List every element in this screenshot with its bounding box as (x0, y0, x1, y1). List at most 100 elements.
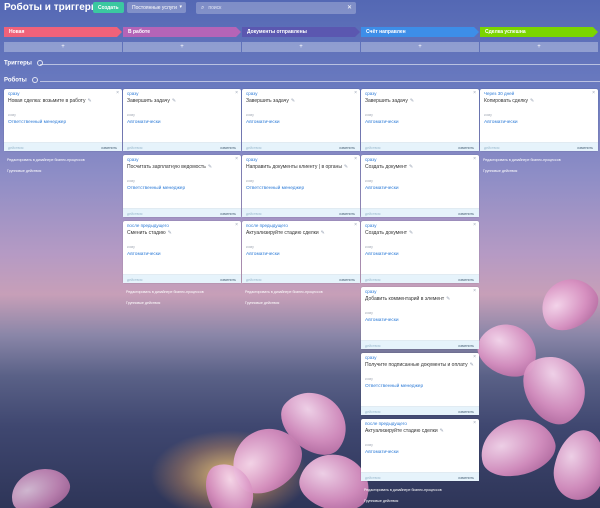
card-actions-link[interactable]: действия (246, 278, 261, 282)
robot-card[interactable]: после предыдущего × Актуализируйте стадию … (361, 419, 479, 481)
close-icon[interactable]: × (354, 90, 357, 96)
card-actions-link[interactable]: действия (127, 212, 142, 216)
assignee-value[interactable]: Автоматически (365, 252, 399, 257)
robot-condition[interactable]: сразу (127, 91, 138, 96)
close-icon[interactable]: × (235, 90, 238, 96)
robot-condition[interactable]: сразу (246, 157, 257, 162)
card-actions-link[interactable]: действия (246, 146, 261, 150)
section-title-robots[interactable]: Роботы (4, 77, 38, 84)
card-edit-link[interactable]: изменить (339, 278, 355, 282)
pencil-icon[interactable]: ✎ (440, 428, 444, 434)
pencil-icon[interactable]: ✎ (321, 230, 325, 236)
create-button[interactable]: Создать (93, 2, 124, 13)
card-edit-link[interactable]: изменить (339, 146, 355, 150)
robot-card[interactable]: Через 30 дней × Копировать сделку ✎ кому Авто… (480, 89, 598, 151)
robot-card[interactable]: сразу × Добавить комментарий в элемент ✎ ком… (361, 287, 479, 349)
card-edit-link[interactable]: изменить (458, 146, 474, 150)
assignee-value[interactable]: Ответственный менеджер (127, 186, 185, 191)
robot-condition[interactable]: сразу (365, 157, 376, 162)
pencil-icon[interactable]: ✎ (344, 164, 348, 170)
robot-condition[interactable]: сразу (365, 289, 376, 294)
add-robot-button[interactable]: + (4, 42, 122, 52)
group-actions-link[interactable]: Групповые действия (7, 169, 41, 173)
card-actions-link[interactable]: действия (127, 278, 142, 282)
group-actions-link[interactable]: Групповые действия (245, 301, 279, 305)
card-actions-link[interactable]: действия (365, 344, 380, 348)
assignee-value[interactable]: Автоматически (127, 120, 161, 125)
pencil-icon[interactable]: ✎ (172, 98, 176, 104)
stage-header[interactable]: Документы отправлены (242, 27, 360, 37)
robot-condition[interactable]: сразу (365, 91, 376, 96)
close-icon[interactable]: × (354, 222, 357, 228)
stage-header[interactable]: Сделка успешна (480, 27, 598, 37)
close-icon[interactable]: × (473, 90, 476, 96)
close-icon[interactable]: × (354, 156, 357, 162)
edit-in-designer-link[interactable]: Редактировать в дизайнере бизнес-процесс… (483, 158, 561, 162)
assignee-value[interactable]: Автоматически (127, 252, 161, 257)
robot-condition[interactable]: сразу (127, 157, 138, 162)
assignee-value[interactable]: Автоматически (246, 120, 280, 125)
assignee-value[interactable]: Ответственный менеджер (8, 120, 66, 125)
robot-card[interactable]: сразу × Новая сделка: возьмите в работу ✎ ко… (4, 89, 122, 151)
pencil-icon[interactable]: ✎ (409, 164, 413, 170)
card-edit-link[interactable]: изменить (220, 212, 236, 216)
pencil-icon[interactable]: ✎ (168, 230, 172, 236)
card-actions-link[interactable]: действия (484, 146, 499, 150)
robot-card[interactable]: сразу × Завершить задачу ✎ кому Автоматически… (242, 89, 360, 151)
close-icon[interactable]: × (116, 90, 119, 96)
pencil-icon[interactable]: ✎ (291, 98, 295, 104)
robot-card[interactable]: сразу × Создать документ ✎ кому Автоматически… (361, 221, 479, 283)
robot-card[interactable]: сразу × Завершить задачу ✎ кому Автоматически… (361, 89, 479, 151)
group-actions-link[interactable]: Групповые действия (126, 301, 160, 305)
robot-condition[interactable]: после предыдущего (246, 223, 288, 228)
close-icon[interactable]: × (235, 156, 238, 162)
close-icon[interactable]: × (473, 420, 476, 426)
assignee-value[interactable]: Автоматически (484, 120, 518, 125)
card-actions-link[interactable]: действия (127, 146, 142, 150)
card-actions-link[interactable]: действия (365, 278, 380, 282)
close-icon[interactable]: × (473, 222, 476, 228)
robot-condition[interactable]: сразу (365, 355, 376, 360)
robot-condition[interactable]: Через 30 дней (484, 91, 514, 96)
pencil-icon[interactable]: ✎ (446, 296, 450, 302)
help-icon[interactable] (31, 77, 38, 83)
pencil-icon[interactable]: ✎ (208, 164, 212, 170)
add-robot-button[interactable]: + (480, 42, 598, 52)
close-icon[interactable]: × (235, 222, 238, 228)
pencil-icon[interactable]: ✎ (409, 230, 413, 236)
edit-in-designer-link[interactable]: Редактировать в дизайнере бизнес-процесс… (245, 290, 323, 294)
edit-in-designer-link[interactable]: Редактировать в дизайнере бизнес-процесс… (126, 290, 204, 294)
card-edit-link[interactable]: изменить (101, 146, 117, 150)
robot-condition[interactable]: сразу (365, 223, 376, 228)
card-actions-link[interactable]: действия (365, 476, 380, 480)
robot-condition[interactable]: после предыдущего (127, 223, 169, 228)
assignee-value[interactable]: Автоматически (365, 450, 399, 455)
assignee-value[interactable]: Ответственный менеджер (365, 384, 423, 389)
robot-card[interactable]: сразу × Получите подписанные документы и о… (361, 353, 479, 415)
pencil-icon[interactable]: ✎ (530, 98, 534, 104)
robot-card[interactable]: сразу × Направить документы клиенту | в ор… (242, 155, 360, 217)
robot-card[interactable]: после предыдущего × Сменить стадию ✎ кому Авт… (123, 221, 241, 283)
card-edit-link[interactable]: изменить (458, 476, 474, 480)
close-icon[interactable]: × (473, 354, 476, 360)
stage-header[interactable]: Новая (4, 27, 122, 37)
card-edit-link[interactable]: изменить (458, 410, 474, 414)
pencil-icon[interactable]: ✎ (410, 98, 414, 104)
card-actions-link[interactable]: действия (8, 146, 23, 150)
card-actions-link[interactable]: действия (365, 212, 380, 216)
stage-header[interactable]: В работе (123, 27, 241, 37)
robot-condition[interactable]: после предыдущего (365, 421, 407, 426)
card-edit-link[interactable]: изменить (458, 278, 474, 282)
card-actions-link[interactable]: действия (365, 410, 380, 414)
card-edit-link[interactable]: изменить (220, 146, 236, 150)
close-icon[interactable]: × (473, 156, 476, 162)
assignee-value[interactable]: Автоматически (246, 252, 280, 257)
section-title-triggers[interactable]: Триггеры (4, 60, 43, 67)
robot-card[interactable]: сразу × Завершить задачу ✎ кому Автоматически… (123, 89, 241, 151)
robot-card[interactable]: сразу × Посчитать зарплатную ведомость ✎ ком… (123, 155, 241, 217)
pencil-icon[interactable]: ✎ (470, 362, 474, 368)
assignee-value[interactable]: Автоматически (365, 120, 399, 125)
stage-header[interactable]: Счёт направлен (361, 27, 479, 37)
card-edit-link[interactable]: изменить (339, 212, 355, 216)
assignee-value[interactable]: Автоматически (365, 318, 399, 323)
